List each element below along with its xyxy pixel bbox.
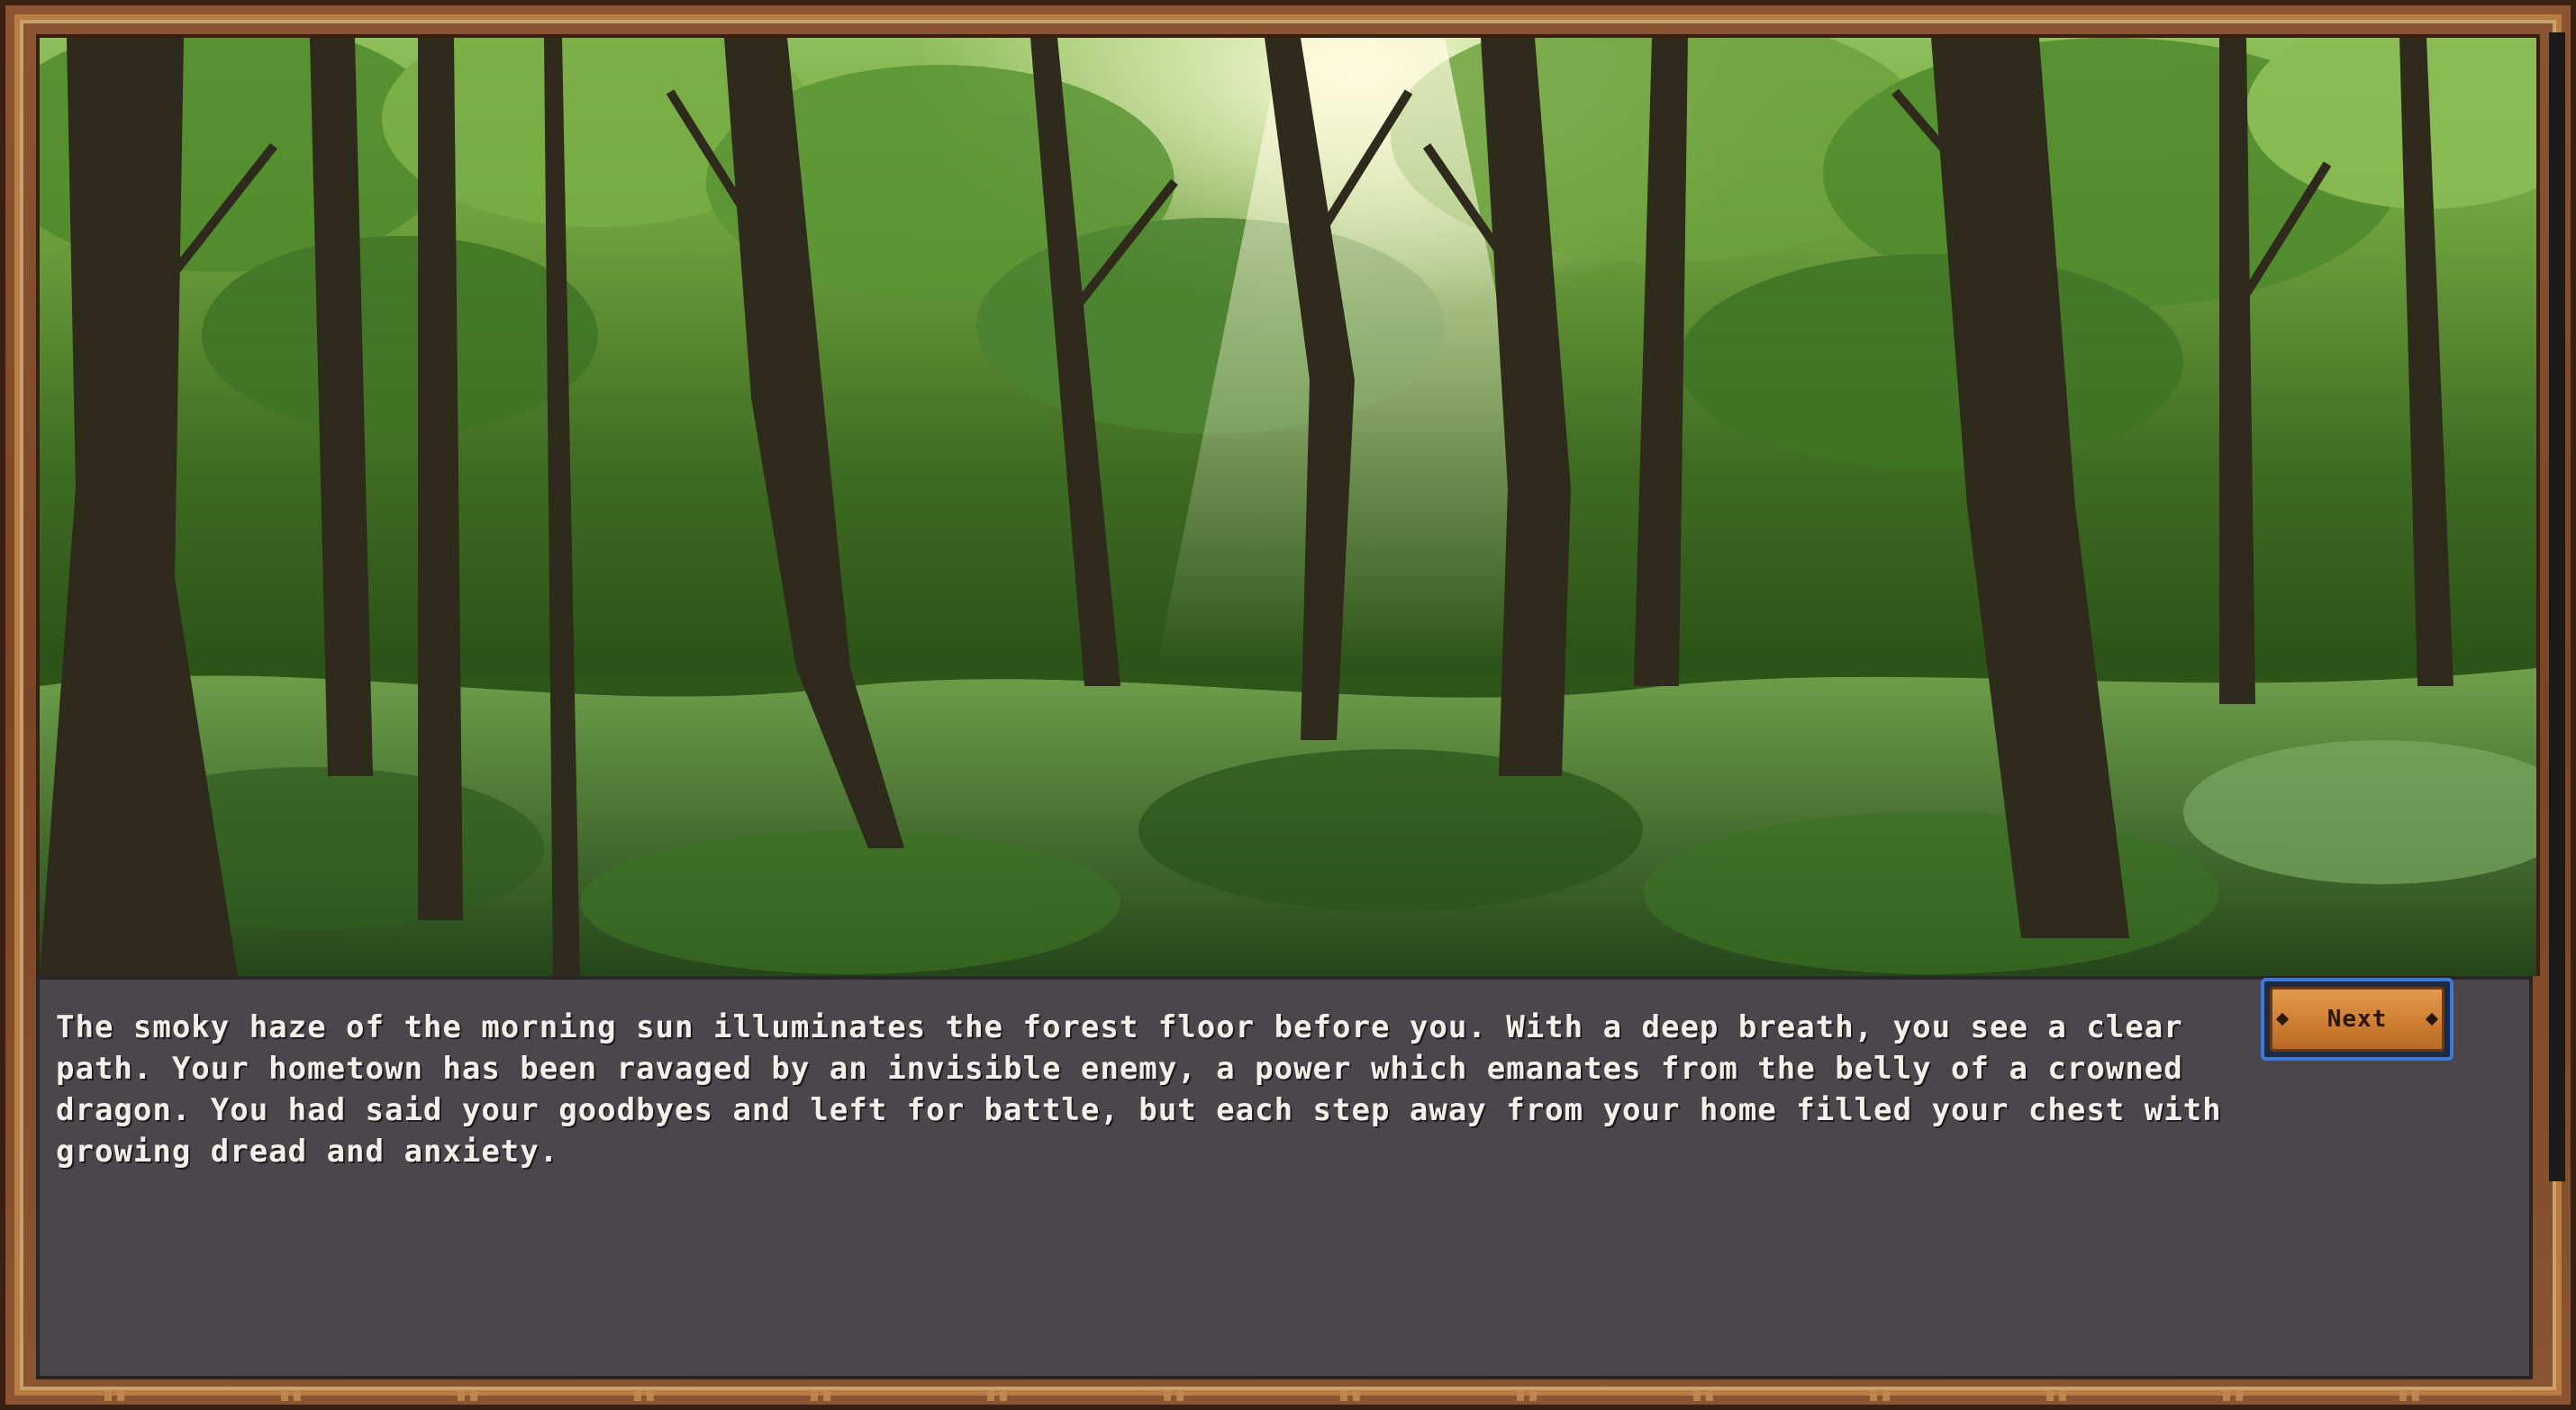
forest-scene — [36, 34, 2540, 976]
rivet-icon — [2425, 1012, 2439, 1026]
dialog-box: The smoky haze of the morning sun illumi… — [36, 976, 2533, 1379]
rivet-icon — [2275, 1012, 2290, 1026]
next-button-label: Next — [2327, 1006, 2388, 1033]
frame-rivet-strip — [41, 1390, 2535, 1401]
narration-text: The smoky haze of the morning sun illumi… — [56, 1009, 2222, 1170]
next-button-plank: Next — [2270, 987, 2444, 1052]
forest-illustration — [40, 38, 2536, 976]
scrollbar[interactable] — [2549, 32, 2565, 1181]
next-button[interactable]: Next — [2261, 978, 2454, 1061]
